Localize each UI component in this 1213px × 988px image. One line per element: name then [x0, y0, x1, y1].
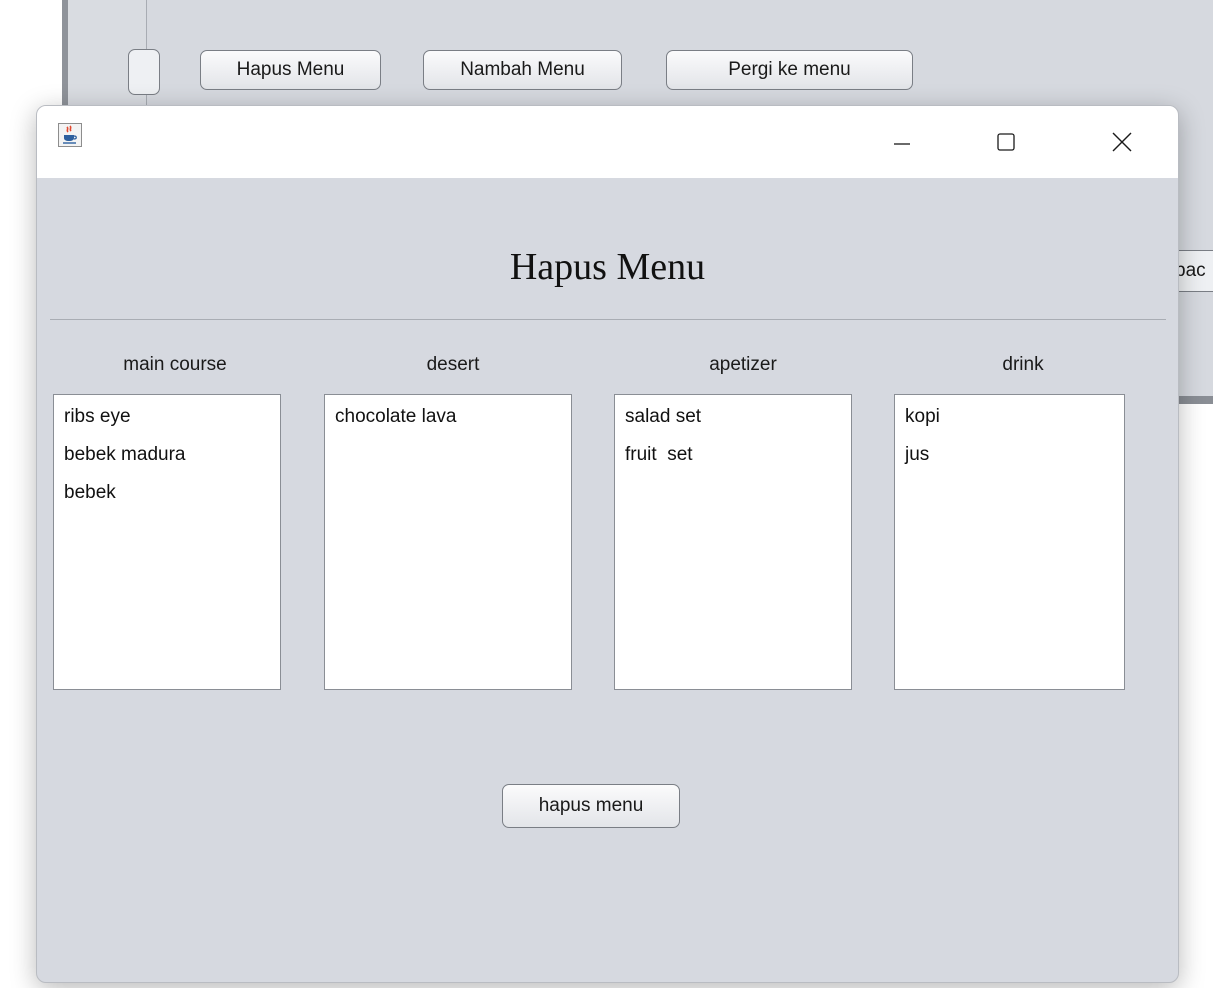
list-item[interactable]: fruit set: [625, 441, 851, 479]
bg-nambah-menu-button[interactable]: Nambah Menu: [423, 50, 622, 90]
list-item[interactable]: chocolate lava: [335, 403, 571, 441]
page-title: Hapus Menu: [509, 246, 706, 288]
main-course-list[interactable]: ribs eye bebek madura bebek: [53, 394, 281, 690]
minimize-icon[interactable]: [857, 106, 947, 178]
screen: Hapus Menu Nambah Menu Pergi ke menu bac: [0, 0, 1213, 988]
title-separator: [50, 319, 1166, 320]
title-bar[interactable]: [37, 106, 1178, 178]
list-item[interactable]: ribs eye: [64, 403, 280, 441]
list-item[interactable]: bebek: [64, 479, 280, 517]
bg-pergi-ke-menu-button[interactable]: Pergi ke menu: [666, 50, 913, 90]
close-icon[interactable]: [1077, 106, 1167, 178]
desert-list[interactable]: chocolate lava: [324, 394, 572, 690]
drink-list[interactable]: kopi jus: [894, 394, 1125, 690]
desert-header: desert: [426, 354, 480, 375]
bg-hapus-menu-button[interactable]: Hapus Menu: [200, 50, 381, 90]
list-item[interactable]: salad set: [625, 403, 851, 441]
background-partial-button[interactable]: [128, 49, 160, 95]
list-item[interactable]: kopi: [905, 403, 1124, 441]
apetizer-header: apetizer: [709, 354, 777, 375]
apetizer-list[interactable]: salad set fruit set: [614, 394, 852, 690]
list-item[interactable]: jus: [905, 441, 1124, 479]
list-item[interactable]: bebek madura: [64, 441, 280, 479]
hapus-menu-button[interactable]: hapus menu: [502, 784, 680, 828]
maximize-icon[interactable]: [961, 106, 1051, 178]
hapus-menu-dialog: Hapus Menu main course ribs eye bebek ma…: [36, 105, 1179, 983]
java-coffee-icon: [58, 123, 82, 147]
drink-header: drink: [1002, 354, 1044, 375]
main-course-header: main course: [123, 354, 227, 375]
background-window-bottom-edge: [1176, 396, 1213, 404]
